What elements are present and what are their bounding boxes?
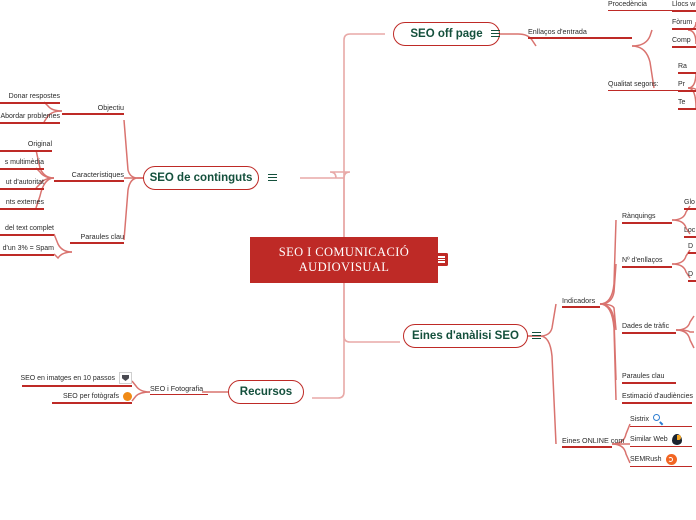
topic-label: Fòrum [672,19,693,26]
branch-recursos[interactable]: Recursos [228,380,304,404]
topic-label: Original [27,141,52,148]
topic-qualitat-te[interactable]: Te [678,98,696,110]
topic-label: Indicadors [562,296,596,305]
topic-label: Comp [672,37,691,44]
topic-label: Estimació d'audiències [622,393,693,400]
note-icon-seo-off-page[interactable] [491,29,500,38]
note-icon-seo-de-continguts[interactable] [268,173,277,182]
topic-del-text-complet[interactable]: del text complet [0,224,54,236]
similarweb-icon [671,434,682,445]
topic-n-denllacos[interactable]: Nº d'enllaços [622,256,672,268]
branch-seo-de-continguts[interactable]: SEO de continguts [143,166,259,190]
topic-label: Donar respostes [8,93,60,100]
topic-dades-de-trafic[interactable]: Dades de tràfic [622,322,676,334]
topic-label: Glo [684,199,695,206]
topic-elements-multimedia[interactable]: s multimèdia [0,158,44,170]
topic-label: Llocs w [672,1,696,8]
topic-label: SEO per fotògrafs [62,393,119,400]
branch-seo-off-page[interactable]: SEO off page [393,22,500,46]
topic-label: Pr [678,81,685,88]
branch-label: Recursos [239,386,293,398]
topic-label: D [688,271,694,278]
topic-label: Característiques [71,170,124,179]
topic-label: D [688,243,694,250]
topic-qualitat-segons[interactable]: Qualitat segons: [608,80,688,91]
topic-label: Paraules clau [622,373,665,380]
topic-label: Loc [684,227,696,234]
topic-enllacos-d1[interactable]: D [688,242,696,254]
topic-donar-respostes[interactable]: Donar respostes [0,92,60,104]
topic-paraules-clau-eines[interactable]: Paraules clau [622,372,676,384]
topic-label: Paraules clau [80,232,124,241]
topic-ranquings-glo[interactable]: Glo [684,198,696,210]
topic-label: Ra [678,63,687,70]
branch-label: SEO de continguts [149,172,253,184]
branch-label: SEO off page [410,28,483,40]
topic-enllacos-d2[interactable]: D [688,270,696,282]
topic-label: nts externes [5,199,44,206]
topic-ranquings[interactable]: Rànquings [622,212,672,224]
topic-comp[interactable]: Comp [672,36,696,48]
topic-label: Similar Web [630,436,668,443]
root-node[interactable]: SEO I COMUNICACIÓ AUDIOVISUAL [250,237,438,283]
topic-label: Abordar problemes [0,113,60,120]
semrush-icon [665,454,677,465]
topic-caracteristiques[interactable]: Característiques [54,170,124,182]
topic-llocs-w[interactable]: Llocs w [672,0,696,12]
root-note-icon[interactable] [435,253,448,266]
branch-label: Eines d'anàlisi SEO [412,330,519,342]
topic-seo-per-fotografs[interactable]: SEO per fotògrafs [52,392,132,404]
topic-label: s multimèdia [4,159,44,166]
note-icon-eines-danalisi-seo[interactable] [532,331,541,340]
topic-enllacos-externs[interactable]: nts externes [0,198,44,210]
topic-estimacio-daudiencies[interactable]: Estimació d'audiències [622,392,693,404]
topic-objectiu[interactable]: Objectiu [62,103,124,115]
mindmap-canvas: SEO I COMUNICACIÓ AUDIOVISUAL SEO off pa… [0,0,696,520]
topic-paraules-clau-continguts[interactable]: Paraules clau [70,232,124,244]
topic-label: Rànquings [622,213,656,220]
topic-enllacos-dentrada[interactable]: Enllaços d'entrada [528,27,632,39]
topic-label: SEO i Fotografia [150,384,204,393]
topic-abordar-problemes[interactable]: Abordar problemes [0,112,60,124]
topic-label: Objectiu [97,103,124,112]
topic-label: SEO en imatges en 10 passos [20,374,115,382]
root-node-label: SEO I COMUNICACIÓ AUDIOVISUAL [278,245,410,274]
topic-label: Eines ONLINE com [562,436,625,445]
topic-forum[interactable]: Fòrum [672,18,696,30]
topic-label: SEMRush [630,456,662,463]
topic-label: Dades de tràfic [622,323,670,330]
topic-sistrix[interactable]: Sistrix [630,414,692,427]
topic-seo-en-imatges-10-passos[interactable]: SEO en imatges en 10 passos [20,372,132,387]
topic-eines-online-com[interactable]: Eines ONLINE com [562,436,625,448]
topic-similar-web[interactable]: Similar Web [630,434,692,447]
topic-original[interactable]: Original [0,140,52,152]
topic-ranquings-loc[interactable]: Loc [684,226,696,238]
topic-qualitat-ra[interactable]: Ra [678,62,696,74]
badge-icon [119,372,132,384]
topic-indicadors[interactable]: Indicadors [562,296,600,308]
topic-dun-3-spam[interactable]: d'un 3% = Spam [0,244,54,256]
topic-label: Sistrix [630,416,650,423]
topic-label: ut d'autoritat [5,179,44,186]
orange-dot-icon [123,392,132,401]
topic-label: Qualitat segons: [608,81,659,88]
topic-semrush[interactable]: SEMRush [630,454,692,467]
topic-label: Enllaços d'entrada [528,27,587,36]
magnifier-icon [653,414,664,425]
topic-label: Te [678,99,686,106]
branch-eines-danalisi-seo[interactable]: Eines d'anàlisi SEO [403,324,528,348]
topic-autoritat[interactable]: ut d'autoritat [0,178,44,190]
topic-seo-i-fotografia[interactable]: SEO i Fotografia [150,384,208,395]
topic-label: Nº d'enllaços [622,257,663,264]
topic-label: d'un 3% = Spam [2,245,54,252]
topic-qualitat-pr[interactable]: Pr [678,80,696,92]
topic-label: del text complet [4,225,54,232]
